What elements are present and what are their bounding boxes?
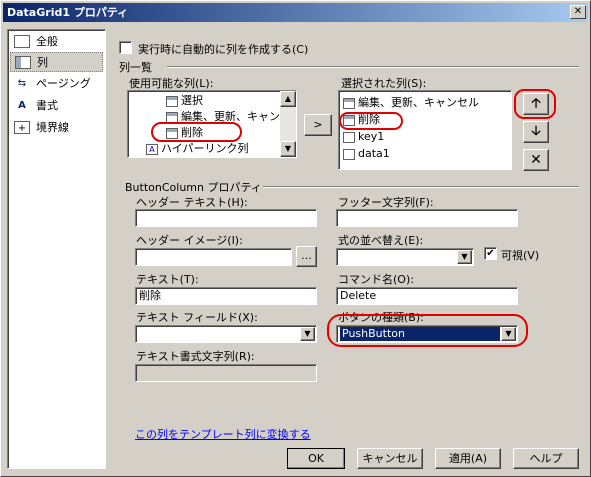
sidebar-item-paging[interactable]: ⇆ ページング (10, 74, 103, 94)
scroll-down-icon[interactable]: ▼ (280, 141, 296, 157)
list-item[interactable]: key1 (343, 129, 384, 145)
chevron-down-icon[interactable]: ▼ (300, 327, 315, 341)
list-item[interactable]: 編集、更新、キャンセル (343, 95, 479, 111)
tree-item-edit-update-cancel[interactable]: 編集、更新、キャンセル (166, 109, 296, 125)
borders-icon: + (14, 121, 30, 134)
sidebar-item-label: ページング (36, 77, 91, 90)
title-bar[interactable]: DataGrid1 プロパティ ✕ (3, 3, 588, 22)
columns-icon (15, 56, 31, 69)
button-column-icon (166, 95, 178, 107)
button-column-icon (166, 127, 178, 139)
footer-text-input[interactable] (336, 209, 518, 227)
close-icon[interactable]: ✕ (570, 5, 586, 19)
visible-checkbox[interactable]: ✔ (484, 247, 497, 260)
command-name-input[interactable]: Delete (336, 287, 518, 305)
button-type-value: PushButton (340, 327, 500, 341)
header-image-label: ヘッダー イメージ(I): (136, 234, 243, 247)
convert-template-link[interactable]: この列をテンプレート列に変換する (135, 426, 311, 442)
window-title: DataGrid1 プロパティ (7, 6, 129, 19)
bound-column-icon (343, 131, 355, 143)
list-item-selected[interactable]: 削除 (343, 112, 380, 128)
sidebar-item-format[interactable]: A 書式 (10, 96, 103, 116)
text-field-label: テキスト フィールド(X): (136, 311, 258, 324)
tree-item-hyperlink[interactable]: A ハイパーリンク列 (146, 141, 249, 157)
header-image-input[interactable] (135, 248, 292, 266)
checkmark-icon: ✔ (486, 248, 495, 259)
ok-button[interactable]: OK (287, 448, 345, 469)
apply-button[interactable]: 適用(A) (435, 448, 501, 469)
button-type-dropdown[interactable]: PushButton ▼ (336, 325, 518, 343)
sidebar-item-general[interactable]: 全般 (10, 32, 103, 52)
text-format-label: テキスト書式文字列(R): (136, 350, 255, 363)
button-type-label: ボタンの種類(B): (338, 311, 424, 324)
columns-group-label: 列一覧 (119, 61, 152, 74)
sidebar-item-label: 書式 (36, 99, 58, 112)
text-format-input[interactable] (135, 364, 317, 382)
delete-x-icon: ✕ (530, 152, 542, 168)
properties-window: DataGrid1 プロパティ ✕ 全般 列 ⇆ ページング A 書式 + 境界… (0, 0, 591, 477)
props-group-label: ButtonColumn プロパティ (125, 181, 262, 194)
scroll-up-icon[interactable]: ▲ (280, 91, 296, 107)
header-text-label: ヘッダー テキスト(H): (136, 196, 248, 209)
browse-button[interactable]: ... (296, 246, 317, 267)
sidebar-item-label: 列 (37, 56, 48, 69)
sort-expression-label: 式の並べ替え(E): (338, 234, 424, 247)
help-button[interactable]: ヘルプ (513, 448, 579, 469)
bound-column-icon (343, 148, 355, 160)
available-columns-label: 使用可能な列(L): (129, 77, 214, 90)
button-column-icon (166, 111, 178, 123)
header-text-input[interactable] (135, 209, 317, 227)
move-up-button[interactable]: 🡡 (523, 93, 549, 115)
chevron-down-icon[interactable]: ▼ (457, 250, 472, 264)
text-input[interactable]: 削除 (135, 287, 317, 305)
selected-columns-label: 選択された列(S): (341, 77, 427, 90)
auto-generate-label: 実行時に自動的に列を作成する(C) (138, 43, 309, 56)
tree-item-delete[interactable]: 削除 (166, 125, 203, 141)
format-icon: A (18, 100, 26, 111)
sidebar-item-columns[interactable]: 列 (10, 52, 103, 72)
sidebar-item-borders[interactable]: + 境界線 (10, 118, 103, 138)
paging-icon: ⇆ (17, 78, 27, 89)
auto-generate-checkbox[interactable] (119, 41, 132, 54)
text-field-dropdown[interactable]: ▼ (135, 325, 317, 343)
move-down-button[interactable]: 🡣 (523, 121, 549, 143)
available-vscroll[interactable]: ▲ ▼ (280, 91, 296, 157)
footer-text-label: フッター文字列(F): (338, 196, 434, 209)
props-group-divider (263, 186, 579, 188)
command-name-label: コマンド名(O): (338, 273, 414, 286)
button-column-icon (343, 114, 355, 126)
cancel-button[interactable]: キャンセル (357, 448, 423, 469)
arrow-down-icon: 🡣 (531, 124, 541, 139)
general-icon (14, 35, 30, 48)
visible-label: 可視(V) (501, 249, 540, 262)
sidebar-item-label: 全般 (36, 35, 58, 48)
category-sidebar: 全般 列 ⇆ ページング A 書式 + 境界線 (7, 29, 106, 469)
button-column-icon (343, 97, 355, 109)
available-columns-tree[interactable]: 選択 編集、更新、キャンセル 削除 A ハイパーリンク列 ▲ ▼ (127, 90, 297, 158)
sort-expression-dropdown[interactable]: ▼ (336, 248, 474, 266)
arrow-up-icon: 🡡 (531, 96, 541, 111)
tree-item-select[interactable]: 選択 (166, 93, 203, 109)
selected-columns-list[interactable]: 編集、更新、キャンセル 削除 key1 data1 (338, 90, 512, 170)
hyperlink-column-icon: A (146, 143, 158, 155)
columns-group-divider (167, 66, 579, 68)
list-item[interactable]: data1 (343, 146, 390, 162)
remove-column-button[interactable]: ✕ (523, 149, 549, 171)
sidebar-item-label: 境界線 (36, 121, 69, 134)
add-column-button[interactable]: > (304, 114, 332, 136)
text-label: テキスト(T): (136, 273, 199, 286)
chevron-down-icon[interactable]: ▼ (501, 327, 516, 341)
